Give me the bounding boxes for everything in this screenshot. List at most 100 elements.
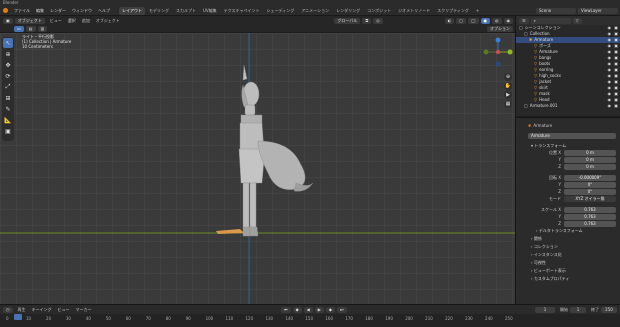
tab-compositing[interactable]: コンポジット [364,7,394,15]
menu-file[interactable]: ファイル [11,8,33,14]
shading-render-icon[interactable]: ◉ [503,17,513,24]
scale-x-field[interactable]: 0.763 [564,207,616,213]
play-icon[interactable]: ▶ [314,306,324,313]
rotate-icon[interactable]: ⟳ [3,71,13,81]
visibility-panel[interactable]: › 可視性 [528,259,620,267]
menu-edit[interactable]: 編集 [33,8,47,14]
grid-icon[interactable]: ▦ [504,100,512,108]
cursor-icon[interactable]: ⊕ [3,49,13,59]
custom-properties-panel[interactable]: › カスタムプロパティ [528,275,620,283]
collections-panel[interactable]: › コレクション [528,243,620,251]
blender-logo-icon[interactable] [3,8,8,13]
tab-sculpt[interactable]: スカルプト [173,7,199,15]
tab-rendering[interactable]: レンダリング [333,7,363,15]
menu-view[interactable]: ビュー [47,18,65,24]
camera-icon[interactable]: ▣ [614,103,618,109]
tab-shading[interactable]: シェーディング [264,7,298,15]
tab-animation[interactable]: アニメーション [298,7,332,15]
overlay-icon[interactable]: ◐ [444,17,455,24]
character-model[interactable] [238,64,314,237]
editor-type-button[interactable]: ▣ [3,17,13,24]
transform-icon[interactable]: ⊞ [3,93,13,103]
current-frame-field[interactable]: 1 [535,306,555,313]
start-frame-field[interactable]: 1 [570,306,586,313]
outliner-row[interactable]: ▢ Armature.001 ◉ ▣ [516,103,620,109]
viewport-display-panel[interactable]: › ビューポート表示 [528,267,620,275]
jump-start-icon[interactable]: ⏮ [280,306,291,313]
outliner-type-icon[interactable]: ☰ [519,17,529,24]
select-tool-icon[interactable]: ↖ [3,38,13,48]
menu-render[interactable]: レンダー [47,8,69,14]
add-cube-icon[interactable]: ▣ [3,126,13,136]
eye-icon[interactable]: ◉ [608,103,612,109]
select-mode-icon[interactable]: ▤ [25,25,36,32]
delta-transform-header[interactable]: › デルタトランスフォーム [528,227,620,235]
menu-object[interactable]: オブジェクト [93,18,123,24]
view-layer-selector[interactable]: ViewLayer [578,7,618,14]
menu-keying[interactable]: キーイング [29,307,55,313]
timeline-tick-label: 50 [105,316,111,321]
timeline-type-icon[interactable]: ◷ [3,306,13,313]
menu-marker[interactable]: マーカー [73,307,95,313]
navigation-gizmo[interactable] [482,36,514,68]
scene-selector[interactable]: Scene [536,7,576,14]
playhead[interactable] [14,314,22,320]
move-icon[interactable]: ✥ [3,60,13,70]
scale-icon[interactable]: ⤢ [3,82,13,92]
timeline-tick-label: 230 [465,316,473,321]
tab-geometry-nodes[interactable]: ジオメトリノード [395,7,433,15]
add-workspace-button[interactable]: + [473,7,482,14]
transform-orientation[interactable]: グローバル [334,17,361,24]
rotation-x-field[interactable]: -0.000009° [564,175,616,181]
select-mode-icon-2[interactable]: ▥ [37,25,48,32]
annotate-icon[interactable]: ✎ [3,104,13,114]
rotation-mode-dropdown[interactable]: XYZ オイラー角 [564,196,616,202]
mode-dropdown[interactable]: オブジェクト [14,17,45,24]
timeline-tick-label: 190 [385,316,393,321]
proportional-edit-icon[interactable]: ◎ [373,17,383,24]
transform-panel-header[interactable]: ▾ トランスフォーム [528,142,620,150]
select-box-icon[interactable]: ▭ [14,25,24,32]
location-x-field[interactable]: 0 m [564,150,616,156]
hand-icon[interactable]: ✋ [504,82,512,90]
search-icon[interactable]: ⌕ [530,17,571,24]
timeline[interactable]: ◷ 再生 キーイング ビュー マーカー ⏮ ◆ ◀ ▶ ◆ ⏭ 1 開始 1 終… [0,304,620,327]
tab-scripting[interactable]: スクリプティング [434,7,472,15]
menu-add[interactable]: 追加 [79,18,93,24]
shading-wireframe-icon[interactable]: ◯ [468,17,479,24]
camera-icon[interactable]: ▶ [504,91,512,99]
menu-help[interactable]: ヘルプ [95,8,113,14]
relations-panel[interactable]: › 関係 [528,235,620,243]
scale-y-field[interactable]: 0.763 [564,214,616,220]
end-frame-field[interactable]: 250 [601,306,617,313]
timeline-ruler[interactable]: 0 10 20 30 40 50 60 70 80 90 100 110 120 130 140 150 160… [0,314,620,327]
location-y-field[interactable]: 0 m [564,157,616,163]
shading-material-icon[interactable]: ◍ [492,17,502,24]
menu-timeline-view[interactable]: ビュー [55,307,73,313]
filter-icon[interactable]: ▽ [572,17,582,24]
rotation-y-field[interactable]: 0° [564,182,616,188]
next-key-icon[interactable]: ◆ [325,306,335,313]
instancing-panel[interactable]: › インスタンス化 [528,251,620,259]
xray-icon[interactable]: ▢ [456,17,467,24]
tab-uv-editing[interactable]: UV編集 [200,7,220,15]
shading-solid-icon[interactable]: ● [480,17,490,24]
location-z-field[interactable]: 0 m [564,164,616,170]
snap-icon[interactable]: ⧉ [362,17,372,24]
jump-end-icon[interactable]: ⏭ [336,306,347,313]
object-name-field[interactable]: Armature [528,133,616,139]
tab-texture-paint[interactable]: テクスチャペイント [221,7,263,15]
collection-icon: ▢ [524,103,528,108]
prev-key-icon[interactable]: ◆ [292,306,302,313]
menu-select[interactable]: 選択 [65,18,79,24]
play-reverse-icon[interactable]: ◀ [303,306,313,313]
menu-playback[interactable]: 再生 [15,307,29,313]
tab-layout[interactable]: レイアウト [119,6,145,15]
tab-modeling[interactable]: モデリング [146,7,172,15]
menu-window[interactable]: ウィンドウ [69,8,95,14]
options-dropdown[interactable]: オプション [487,25,513,32]
measure-icon[interactable]: 📐 [3,115,13,125]
3d-viewport[interactable] [0,33,515,304]
rotation-z-field[interactable]: 0° [564,189,616,195]
zoom-icon[interactable]: ⊕ [504,73,512,81]
